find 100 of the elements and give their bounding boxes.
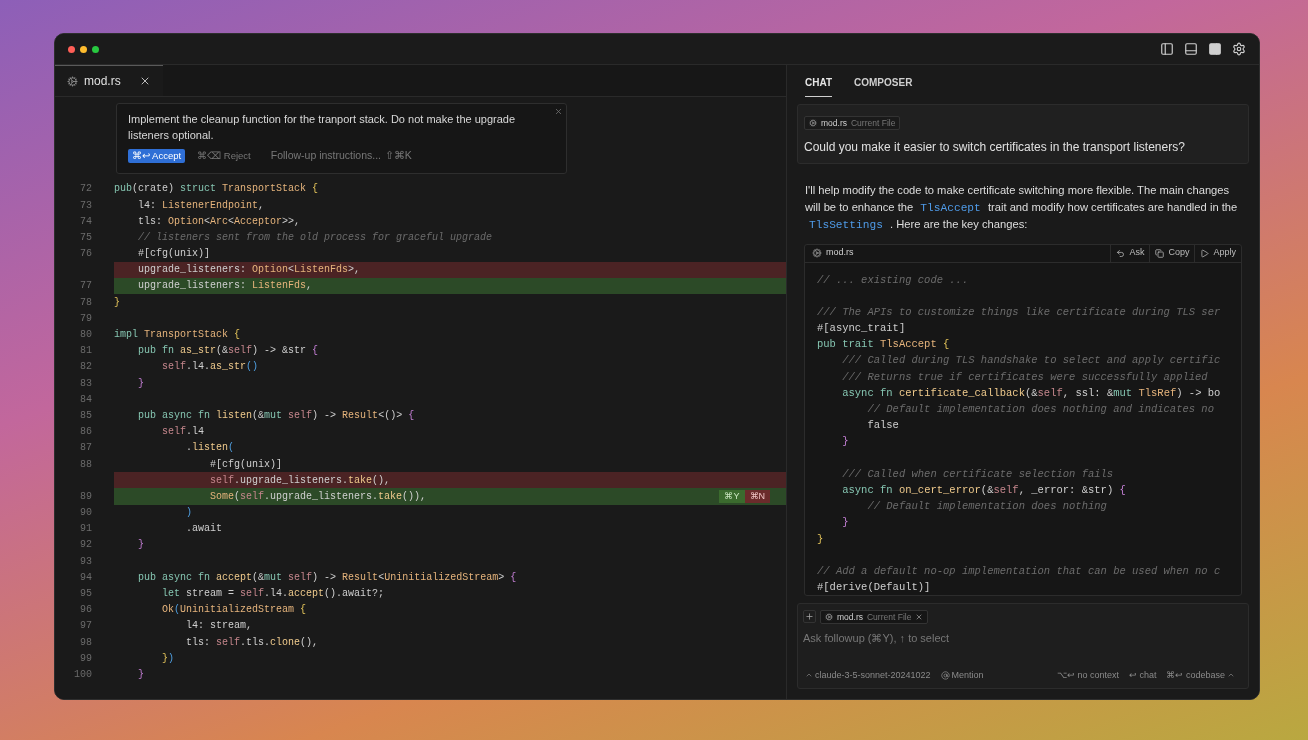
code-line: Ok(UninitializedStream { [161, 603, 307, 618]
code-line: upgrade_listeners: Option<ListenFds>, [137, 263, 361, 278]
code-line: } [841, 434, 850, 450]
code-line: pub trait TlsAccept { [817, 337, 951, 353]
ask-button[interactable]: Ask [1110, 244, 1150, 262]
chat-tab[interactable]: CHAT [805, 75, 833, 97]
message-text: Could you make it easier to switch certificates in the transport listeners? [804, 139, 1186, 156]
code-line: l4: ListenerEndpoint, [137, 198, 265, 213]
copy-icon [1155, 248, 1165, 258]
shortcut-button[interactable]: ↩ chat [1128, 668, 1157, 682]
left-panel-toggle-icon[interactable] [1160, 42, 1174, 56]
file-chip[interactable]: mod.rs Current File [804, 116, 901, 130]
code-line: #[async_trait] [817, 321, 907, 337]
line-number: 74 [80, 215, 92, 227]
code-line: #[cfg(unix)] [137, 247, 210, 262]
line-number: 90 [80, 507, 92, 519]
code-line: } [114, 295, 120, 310]
mention-button[interactable]: Mention [940, 668, 984, 682]
line-number: 89 [80, 490, 92, 502]
line-number: 97 [80, 620, 92, 632]
line-number: 98 [80, 636, 92, 648]
line-number: 94 [80, 571, 92, 583]
code-line: ) [185, 506, 192, 521]
code-line: pub async fn listen(&mut self) -> Result<()> { [137, 408, 415, 423]
code-line: /// Returns true if certificates were successfully applied [841, 369, 1209, 385]
tab-label: mod.rs [84, 73, 121, 90]
code-line: l4: stream, [185, 619, 253, 634]
accept-change-button[interactable]: ⌘Y [719, 489, 745, 503]
bottom-panel-toggle-icon[interactable] [1184, 42, 1198, 56]
code-line: /// Called when certificate selection fails [841, 466, 1115, 482]
line-number: 72 [80, 183, 92, 195]
at-sign-icon [940, 670, 950, 680]
code-line: self.l4 [161, 425, 205, 440]
line-number: 83 [80, 377, 92, 389]
chat-tab[interactable]: COMPOSER [854, 75, 913, 97]
code-line: // Default implementation does nothing and indicates no [866, 402, 1215, 417]
line-number: 82 [80, 361, 92, 373]
followup-input-field[interactable]: Ask followup (⌘Y), ↑ to select [803, 630, 1243, 647]
line-number: 88 [80, 458, 92, 470]
copy-button[interactable]: Copy [1149, 244, 1195, 262]
line-number: 75 [80, 231, 92, 243]
code-line: self.upgrade_listeners.take(), [209, 473, 391, 488]
add-context-button[interactable] [803, 610, 816, 623]
line-number: 81 [80, 345, 92, 357]
plus-icon [805, 612, 814, 621]
file-chip[interactable]: mod.rs Current File [820, 610, 929, 624]
line-number: 87 [80, 442, 92, 454]
settings-icon[interactable] [1232, 42, 1246, 56]
shortcut-button[interactable]: ⌥↩ no context [1056, 668, 1119, 682]
apply-icon [1200, 248, 1210, 258]
code-line: pub(crate) struct TransportStack { [114, 182, 319, 197]
remove-icon[interactable] [915, 613, 924, 621]
code-line: // Add a default no-op implementation that can be used when no c [817, 563, 1222, 579]
code-line: .listen( [185, 441, 235, 456]
right-panel-toggle-icon[interactable] [1208, 42, 1222, 56]
line-number: 80 [80, 329, 92, 341]
shortcut-hint: ⇧⌘K [384, 148, 412, 163]
code-line: /// Called during TLS handshake to select and apply certific [841, 353, 1222, 369]
line-number: 91 [80, 523, 92, 535]
line-number: 100 [74, 668, 92, 680]
code-line: /// The APIs to customize things like certificate during TLS ser [817, 304, 1222, 320]
code-line: // ... existing code ... [817, 272, 970, 288]
code-line: impl TransportStack { [114, 328, 241, 343]
code-line: async fn on_cert_error(&self, _error: &str) { [841, 482, 1127, 498]
code-line: tls: Option<Arc<Acceptor>>, [137, 214, 301, 229]
code-line: } [137, 376, 144, 391]
line-number: 85 [80, 409, 92, 421]
line-number: 95 [80, 588, 92, 600]
code-line: } [817, 531, 825, 547]
accept-button[interactable]: ⌘↩ Accept [128, 148, 186, 163]
line-number: 78 [80, 296, 92, 308]
follow-up-field[interactable]: Follow-up instructions... [270, 148, 385, 164]
code-line: upgrade_listeners: ListenFds, [137, 279, 313, 294]
close-icon[interactable] [139, 75, 151, 87]
reject-change-button[interactable]: ⌘N [744, 489, 770, 503]
prompt-text: Implement the cleanup function for the tranport stack. Do not make the upgrade listeners optional. [128, 112, 517, 143]
code-line: }) [161, 651, 175, 666]
code-line: // Default implementation does nothing [866, 499, 1108, 515]
code-line: Some(self.upgrade_listeners.take()), [209, 489, 427, 504]
reject-button[interactable]: ⌘⌫ Reject [197, 148, 251, 163]
code-line: } [841, 515, 850, 531]
code-line: let stream = self.l4.accept().await?; [161, 587, 385, 602]
line-number: 86 [80, 426, 92, 438]
code-line: .await [185, 522, 223, 537]
apply-button[interactable]: Apply [1194, 244, 1241, 262]
code-line: #[derive(Default)] [817, 580, 932, 596]
code-line: #[cfg(unix)] [209, 457, 283, 472]
ask-icon [1116, 248, 1126, 258]
line-number: 96 [80, 604, 92, 616]
code-line: // listeners sent from the old process for graceful upgrade [137, 230, 493, 245]
model-selector[interactable]: claude-3-5-sonnet-20241022 [805, 668, 931, 682]
code-line: } [137, 667, 144, 682]
code-line: tls: self.tls.clone(), [185, 635, 319, 650]
shortcut-button[interactable]: ⌘↩ codebase [1166, 668, 1235, 682]
code-line: pub fn as_str(&self) -> &str { [137, 344, 319, 359]
code-line: } [137, 538, 144, 553]
assistant-reply: I'll help modify the code to make certificate switching more flexible. The main changes will be to enhance the TlsAccept trait and modify how certificates are handled in the TlsSettings . Here are the key changes: [805, 183, 1239, 233]
line-number: 77 [80, 280, 92, 292]
line-number: 93 [80, 555, 92, 567]
code-line: pub async fn accept(&mut self) -> Result<UninitializedStream> { [137, 570, 517, 585]
